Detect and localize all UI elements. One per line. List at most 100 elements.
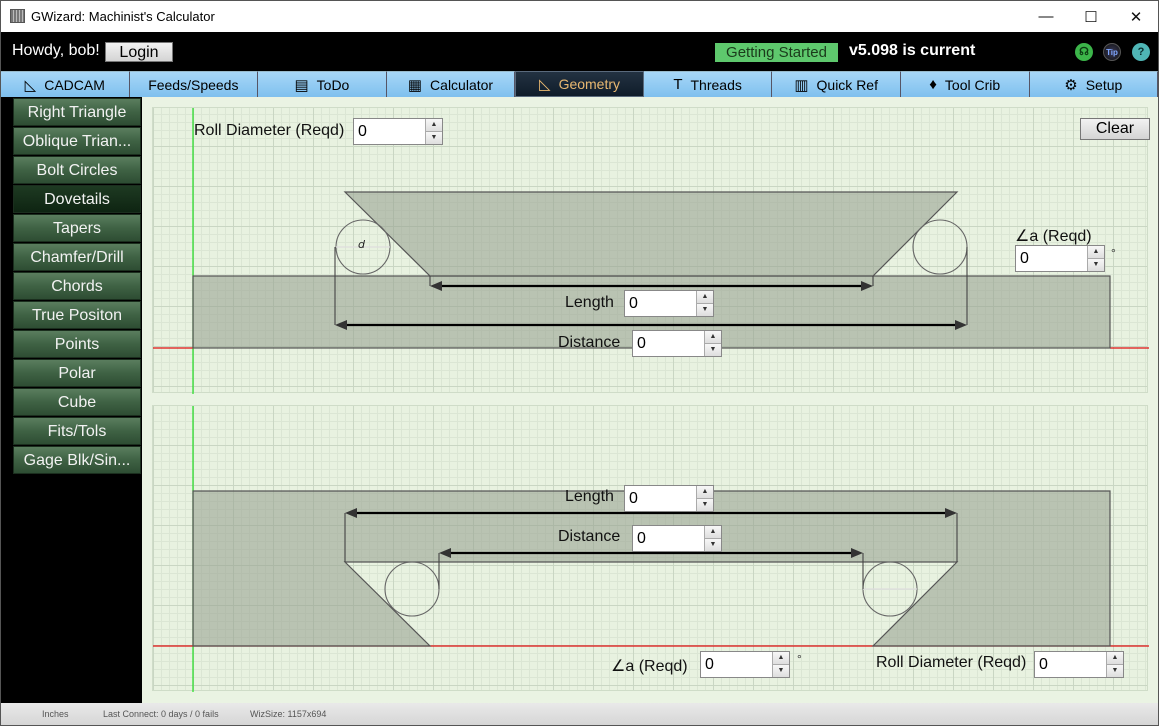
- tab-calculator[interactable]: ▦ Calculator: [386, 71, 516, 97]
- tab-feeds-speeds[interactable]: Feeds/Speeds: [129, 71, 259, 97]
- help-icon[interactable]: ?: [1132, 43, 1150, 61]
- triangle-ruler-icon: ◺: [24, 76, 37, 94]
- app-window: GWizard: Machinist's Calculator — ☐ ✕ Ho…: [0, 0, 1159, 726]
- spin-up-button[interactable]: ▲: [705, 526, 721, 538]
- spin-up-button[interactable]: ▲: [697, 486, 713, 498]
- spin-down-button[interactable]: ▼: [1107, 664, 1123, 677]
- status-bar: Inches Last Connect: 0 days / 0 fails Wi…: [1, 703, 1158, 725]
- spin-down-button[interactable]: ▼: [773, 664, 789, 677]
- roll-diameter-symbol: d: [358, 238, 366, 251]
- getting-started-button[interactable]: Getting Started: [715, 43, 838, 62]
- minimize-button[interactable]: —: [1023, 1, 1069, 32]
- roll-diameter-label: Roll Diameter (Reqd): [194, 122, 345, 139]
- sidebar-item-chamfer-drill[interactable]: Chamfer/Drill: [13, 243, 141, 271]
- tab-label: ToDo: [316, 76, 350, 93]
- clear-button[interactable]: Clear: [1080, 118, 1150, 140]
- angle-label: ∠a (Reqd): [611, 658, 688, 675]
- sidebar-item-tapers[interactable]: Tapers: [13, 214, 141, 242]
- sidebar-item-right-triangle[interactable]: Right Triangle: [13, 98, 141, 126]
- tab-label: Tool Crib: [944, 76, 1001, 93]
- last-connect-status: Last Connect: 0 days / 0 fails: [103, 709, 219, 719]
- angle-input[interactable]: 0 ▲ ▼: [700, 651, 790, 678]
- main-tabs: ◺ CADCAM Feeds/Speeds ▤ ToDo ▦ Calculator ◺ Geom…: [1, 71, 1159, 97]
- greeting-text: Howdy, bob!: [12, 42, 100, 59]
- wizsize-status: WizSize: 1157x694: [250, 709, 327, 719]
- spin-up-button[interactable]: ▲: [1107, 652, 1123, 664]
- dovetail-male: [343, 191, 959, 277]
- tab-geometry[interactable]: ◺ Geometry: [515, 71, 644, 97]
- tab-label: Setup: [1085, 76, 1123, 93]
- book-icon: ▥: [794, 76, 809, 94]
- close-button[interactable]: ✕: [1113, 1, 1159, 32]
- geometry-sidebar: Right Triangle Oblique Trian... Bolt Circl…: [1, 97, 142, 703]
- tab-label: CADCAM: [44, 76, 105, 93]
- spin-up-button[interactable]: ▲: [426, 119, 442, 131]
- login-button[interactable]: Login: [105, 42, 173, 62]
- tab-label: Calculator: [430, 76, 494, 93]
- spin-down-button[interactable]: ▼: [697, 498, 713, 511]
- spin-down-button[interactable]: ▼: [705, 343, 721, 356]
- tab-label: Geometry: [558, 76, 621, 92]
- degree-symbol: °: [797, 652, 802, 666]
- title-bar: GWizard: Machinist's Calculator — ☐ ✕: [1, 1, 1158, 32]
- distance-input[interactable]: 0 ▲ ▼: [632, 525, 722, 552]
- gear-icon: ⚙: [1064, 76, 1078, 94]
- spin-down-button[interactable]: ▼: [697, 303, 713, 316]
- version-status: v5.098 is current: [849, 42, 976, 59]
- distance-label: Distance: [558, 334, 621, 351]
- roll-left: [384, 561, 440, 617]
- sidebar-item-bolt-circles[interactable]: Bolt Circles: [13, 156, 141, 184]
- spin-down-button[interactable]: ▼: [705, 538, 721, 551]
- internal-dovetail-panel: Length 0 ▲ ▼ Distance 0 ▲ ▼ ∠a (Reqd) 0 ▲ ▼…: [152, 405, 1149, 692]
- roll-diameter-input[interactable]: 0 ▲ ▼: [353, 118, 443, 145]
- tab-label: Threads: [690, 76, 742, 93]
- length-input[interactable]: 0 ▲ ▼: [624, 485, 714, 512]
- sidebar-item-true-positon[interactable]: True Positon: [13, 301, 141, 329]
- sidebar-item-gage-blk-sin[interactable]: Gage Blk/Sin...: [13, 446, 141, 474]
- distance-label: Distance: [558, 528, 621, 545]
- tab-label: Feeds/Speeds: [148, 76, 239, 93]
- headset-icon[interactable]: ☊: [1075, 43, 1093, 61]
- tab-label: Quick Ref: [816, 76, 878, 93]
- units-status: Inches: [42, 709, 69, 719]
- maximize-button[interactable]: ☐: [1068, 1, 1114, 32]
- spin-up-button[interactable]: ▲: [697, 291, 713, 303]
- distance-input[interactable]: 0 ▲ ▼: [632, 330, 722, 357]
- calculator-icon: ▦: [407, 76, 423, 94]
- sidebar-item-polar[interactable]: Polar: [13, 359, 141, 387]
- sidebar-item-dovetails[interactable]: Dovetails: [13, 185, 141, 213]
- spin-up-button[interactable]: ▲: [705, 331, 721, 343]
- tip-icon[interactable]: Tip: [1103, 43, 1121, 61]
- length-input[interactable]: 0 ▲ ▼: [624, 290, 714, 317]
- geometry-icon: ◺: [539, 76, 551, 93]
- dovetail-female: [192, 490, 1111, 647]
- degree-symbol: °: [1111, 246, 1116, 260]
- header-bar: Howdy, bob! Login Getting Started v5.098…: [1, 32, 1158, 71]
- tap-icon: T: [673, 76, 683, 93]
- dovetail-workspace: d Roll Diameter (Reqd) 0 ▲ ▼ Clear ∠a (Re…: [142, 97, 1158, 703]
- app-icon: [10, 9, 25, 23]
- roll-diameter-input[interactable]: 0 ▲ ▼: [1034, 651, 1124, 678]
- sidebar-item-points[interactable]: Points: [13, 330, 141, 358]
- sidebar-item-oblique-trian[interactable]: Oblique Trian...: [13, 127, 141, 155]
- endmill-icon: ♦: [929, 76, 937, 93]
- roll-right: [912, 219, 968, 275]
- tab-cadcam[interactable]: ◺ CADCAM: [1, 71, 130, 97]
- spin-down-button[interactable]: ▼: [1088, 258, 1104, 271]
- sidebar-item-cube[interactable]: Cube: [13, 388, 141, 416]
- window-title: GWizard: Machinist's Calculator: [31, 9, 215, 24]
- tab-setup[interactable]: ⚙ Setup: [1029, 71, 1159, 97]
- tab-threads[interactable]: T Threads: [643, 71, 773, 97]
- angle-input[interactable]: 0 ▲ ▼: [1015, 245, 1105, 272]
- sidebar-item-chords[interactable]: Chords: [13, 272, 141, 300]
- angle-label: ∠a (Reqd): [1015, 228, 1092, 245]
- tab-quick-ref[interactable]: ▥ Quick Ref: [772, 71, 901, 97]
- checklist-icon: ▤: [294, 76, 309, 94]
- spin-up-button[interactable]: ▲: [773, 652, 789, 664]
- spin-up-button[interactable]: ▲: [1088, 246, 1104, 258]
- length-label: Length: [565, 294, 614, 311]
- spin-down-button[interactable]: ▼: [426, 131, 442, 144]
- tab-tool-crib[interactable]: ♦ Tool Crib: [900, 71, 1030, 97]
- tab-todo[interactable]: ▤ ToDo: [258, 71, 387, 97]
- sidebar-item-fits-tols[interactable]: Fits/Tols: [13, 417, 141, 445]
